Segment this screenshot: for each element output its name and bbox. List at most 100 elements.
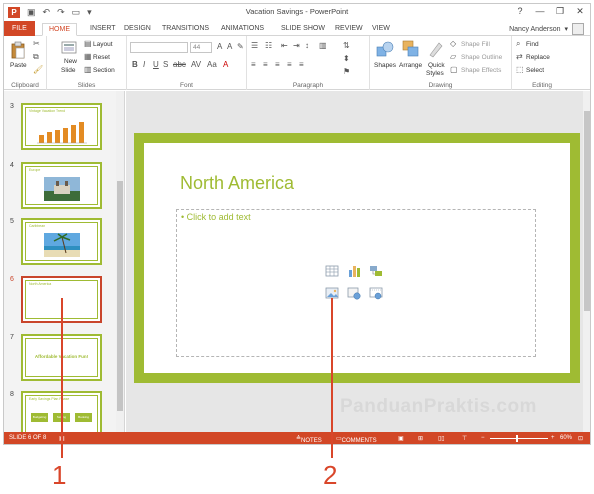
zoom-slider-thumb[interactable] [516,435,518,442]
align-right-icon[interactable]: ≡ [275,60,280,69]
shrink-font-icon[interactable]: A [227,42,232,51]
arrange-button[interactable]: Arrange [399,62,422,69]
slide-sorter-icon[interactable]: ⊞ [418,435,423,442]
tab-insert[interactable]: INSERT [84,23,122,36]
shapes-button[interactable]: Shapes [374,62,396,69]
clear-formatting-icon[interactable]: ✎ [237,42,244,51]
shape-outline-button[interactable]: Shape Outline [461,54,502,61]
insert-chart-icon[interactable] [347,264,361,278]
slide-thumbnail-3[interactable]: Vintage Vacation Trend [21,103,102,150]
normal-view-icon[interactable]: ▣ [398,435,404,442]
thumbnail-scrollbar[interactable] [116,91,124,432]
thumbnail-smartart-box: Budgeting [31,413,48,422]
increase-indent-icon[interactable]: ⇥ [293,41,300,50]
zoom-level[interactable]: 60% [560,435,572,441]
replace-button[interactable]: Replace [526,54,550,61]
fit-slide-icon[interactable]: ⊡ [578,435,583,442]
columns-icon[interactable]: ▥ [319,41,327,50]
slide-canvas: North America • Click to add text [126,91,590,432]
convert-smartart-icon[interactable]: ⚑ [343,67,350,76]
zoom-out-icon[interactable]: − [481,435,485,441]
align-text-icon[interactable]: ⬍ [343,54,350,63]
content-placeholder[interactable]: • Click to add text [176,209,536,357]
zoom-slider[interactable] [490,438,548,439]
copy-icon[interactable]: ⧉ [33,52,39,62]
slide-scrollbar[interactable] [583,91,590,432]
slide-title[interactable]: North America [180,173,294,194]
tab-view[interactable]: VIEW [366,23,396,36]
reset-icon: ▦ [84,52,92,61]
bullets-icon[interactable]: ☰ [251,41,258,50]
shape-effects-button[interactable]: Shape Effects [461,67,501,74]
strikethrough-icon[interactable]: abc [173,60,186,69]
select-button[interactable]: Select [526,67,544,74]
layout-button[interactable]: Layout [93,41,113,48]
line-spacing-icon[interactable]: ↕ [305,41,309,50]
distributed-icon[interactable]: ≡ [299,60,304,69]
shadow-icon[interactable]: S [163,60,168,69]
thumb-number-8: 8 [10,391,14,398]
tab-review[interactable]: REVIEW [329,23,369,36]
minimize-icon[interactable]: — [534,6,546,17]
restore-icon[interactable]: ❐ [554,6,566,17]
numbering-icon[interactable]: ☷ [265,41,272,50]
decrease-indent-icon[interactable]: ⇤ [281,41,288,50]
insert-online-picture-icon[interactable] [347,286,361,300]
reading-view-icon[interactable]: ▯▯ [438,435,445,442]
tab-design[interactable]: DESIGN [118,23,157,36]
quick-styles-label-1[interactable]: Quick [428,62,445,69]
cut-icon[interactable]: ✂ [33,39,40,48]
current-slide[interactable]: North America • Click to add text [134,133,580,383]
bold-icon[interactable]: B [132,60,138,69]
tab-slide-show[interactable]: SLIDE SHOW [275,23,331,36]
slide-scrollbar-thumb[interactable] [584,111,590,311]
align-left-icon[interactable]: ≡ [251,60,256,69]
slide-thumbnail-5[interactable]: Caribbean [21,218,102,265]
change-case-icon[interactable]: Aa [207,60,217,69]
user-account[interactable]: Nancy Anderson ▾ [509,23,584,35]
text-direction-icon[interactable]: ⇅ [343,41,350,50]
thumbnail-smartart-box: Booking [75,413,92,422]
font-color-icon[interactable]: A [223,60,228,69]
grow-font-icon[interactable]: A [217,42,222,51]
tab-animations[interactable]: ANIMATIONS [215,23,270,36]
tab-file[interactable]: FILE [4,21,35,36]
insert-smartart-icon[interactable] [369,264,383,278]
close-icon[interactable]: ✕ [574,6,586,17]
font-size-box[interactable]: 44 [190,42,212,53]
help-icon[interactable]: ? [514,6,526,17]
reset-button[interactable]: Reset [93,54,110,61]
slide-thumbnail-4[interactable]: Europe [21,162,102,209]
paste-icon[interactable] [10,41,26,59]
new-slide-icon[interactable] [61,41,77,55]
insert-table-icon[interactable] [325,264,339,278]
clipboard-group-label: Clipboard [11,82,39,89]
thumb-number-3: 3 [10,103,14,110]
new-slide-label-2[interactable]: Slide [61,67,75,74]
shape-fill-button[interactable]: Shape Fill [461,41,490,48]
zoom-in-icon[interactable]: + [551,435,555,441]
quick-styles-icon[interactable] [427,40,445,58]
underline-icon[interactable]: U [153,60,159,69]
arrange-icon[interactable] [402,40,420,58]
shapes-icon[interactable] [376,40,394,58]
find-button[interactable]: Find [526,41,539,48]
paste-button[interactable]: Paste [10,62,27,69]
center-icon[interactable]: ≡ [263,60,268,69]
new-slide-label-1[interactable]: New [64,58,77,65]
slide-show-icon[interactable]: ⊤ [462,435,467,442]
comments-button[interactable]: ▭ COMMENTS [336,435,377,444]
insert-video-icon[interactable] [369,286,383,300]
quick-styles-label-2[interactable]: Styles [426,70,444,77]
character-spacing-icon[interactable]: AV [191,60,201,69]
tab-home[interactable]: HOME [42,23,77,36]
thumbnail-scrollbar-thumb[interactable] [117,181,123,411]
notes-button[interactable]: ≙ NOTES [296,435,322,444]
justify-icon[interactable]: ≡ [287,60,292,69]
italic-icon[interactable]: I [143,60,145,69]
slide-counter: SLIDE 6 OF 8 [9,435,47,441]
section-button[interactable]: Section [93,67,115,74]
font-name-box[interactable] [130,42,188,53]
format-painter-icon[interactable]: 🖌 [33,65,43,74]
tab-transitions[interactable]: TRANSITIONS [156,23,215,36]
